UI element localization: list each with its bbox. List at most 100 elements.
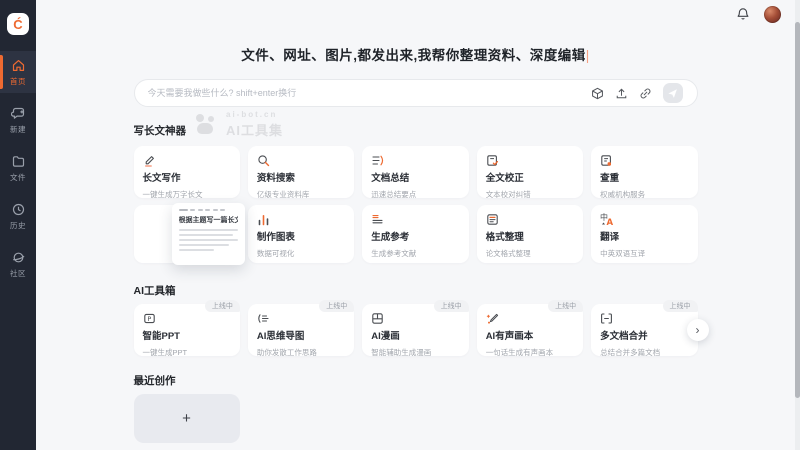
- status-badge: 上线中: [434, 300, 469, 312]
- card-title: 资料搜索: [257, 170, 345, 184]
- card-doc-summary[interactable]: 文档总结 迅速总结要点: [362, 146, 468, 198]
- card-subtitle: 亿级专业资料库: [257, 189, 345, 200]
- planet-icon: [11, 250, 26, 265]
- page-title: 文件、网址、图片,都发出来,我帮你整理资料、深度编辑|: [134, 44, 698, 64]
- send-button[interactable]: [663, 83, 683, 103]
- card-subtitle: 数据可视化: [257, 248, 345, 259]
- card-title: AI有声画本: [486, 328, 574, 342]
- card-translate[interactable]: 中A 翻译 中英双语互译: [591, 205, 697, 263]
- writing-row1: 长文写作 一键生成万字长文 资料搜索 亿级专业资料库 文档总结 迅速总结要点: [134, 146, 698, 198]
- card-make-chart[interactable]: 制作图表 数据可视化: [248, 205, 354, 263]
- home-icon: [11, 58, 26, 73]
- sidebar-item-new[interactable]: 新建: [0, 99, 36, 141]
- search-icon: [257, 154, 345, 167]
- summary-icon: [371, 154, 459, 167]
- card-ai-comic[interactable]: 上线中 AI漫画 智能辅助生成漫画: [362, 304, 468, 356]
- card-gen-reference[interactable]: 生成参考 生成参考文献: [362, 205, 468, 263]
- status-badge: 上线中: [205, 300, 240, 312]
- carousel-next-button[interactable]: ›: [687, 319, 709, 341]
- card-title: 生成参考: [371, 229, 459, 243]
- status-badge: 上线中: [548, 300, 583, 312]
- card-subtitle: 中英双语互译: [600, 248, 688, 259]
- sidebar-item-label: 社区: [10, 268, 26, 279]
- card-title: 查重: [600, 170, 688, 184]
- card-title: 制作图表: [257, 229, 345, 243]
- upload-icon[interactable]: [615, 87, 628, 100]
- preview-doc-title: 根据主题写一篇长文..: [179, 215, 238, 225]
- sidebar-item-label: 历史: [10, 220, 26, 231]
- sidebar-item-community[interactable]: 社区: [0, 243, 36, 285]
- card-subtitle: 权威机构服务: [600, 189, 688, 200]
- card-title: 格式整理: [486, 229, 574, 243]
- clock-icon: [11, 202, 26, 217]
- pencil-icon: [143, 154, 231, 167]
- sidebar-item-home[interactable]: 首页: [0, 51, 36, 93]
- mindmap-icon: [257, 312, 345, 325]
- card-subtitle: 智能辅助生成漫画: [371, 347, 459, 358]
- card-plagiarism-check[interactable]: 查重 权威机构服务: [591, 146, 697, 198]
- card-material-search[interactable]: 资料搜索 亿级专业资料库: [248, 146, 354, 198]
- document-preview-popup: 根据主题写一篇长文..: [172, 203, 245, 265]
- status-badge: 上线中: [319, 300, 354, 312]
- scrollbar-track: [795, 0, 800, 450]
- merge-docs-icon: [600, 312, 688, 325]
- card-title: 全文校正: [486, 170, 574, 184]
- folder-icon: [11, 154, 26, 169]
- card-ai-mindmap[interactable]: 上线中 AI思维导图 助你发散工作思路: [248, 304, 354, 356]
- card-subtitle: 一键生成PPT: [143, 347, 231, 358]
- card-title: 多文档合并: [600, 328, 688, 342]
- new-chat-icon: [11, 106, 26, 121]
- new-creation-card[interactable]: +: [134, 394, 240, 443]
- card-preview[interactable]: 根据主题写一篇长文..: [134, 205, 240, 263]
- card-proofread[interactable]: 全文校正 文本校对纠错: [477, 146, 583, 198]
- card-title: 长文写作: [143, 170, 231, 184]
- proofread-icon: [486, 154, 574, 167]
- user-avatar[interactable]: [764, 6, 781, 23]
- section-title-recent: 最近创作: [134, 373, 698, 388]
- magic-pen-icon: [486, 312, 574, 325]
- card-smart-ppt[interactable]: 上线中 P 智能PPT 一键生成PPT: [134, 304, 240, 356]
- card-format-cleanup[interactable]: 格式整理 论文格式整理: [477, 205, 583, 263]
- card-subtitle: 一键生成万字长文: [143, 189, 231, 200]
- scrollbar-thumb[interactable]: [795, 22, 800, 398]
- topbar: [36, 0, 795, 28]
- sidebar-item-history[interactable]: 历史: [0, 195, 36, 237]
- app-logo[interactable]: Ć: [7, 13, 29, 35]
- card-long-writing[interactable]: 长文写作 一键生成万字长文: [134, 146, 240, 198]
- writing-row2: 根据主题写一篇长文.. 制作图表 数据可视化 生成参考 生成参考文献: [134, 205, 698, 263]
- prompt-input[interactable]: [148, 88, 591, 98]
- card-subtitle: 助你发散工作思路: [257, 347, 345, 358]
- section-title-toolbox: AI工具箱: [134, 283, 698, 298]
- sidebar-item-label: 文件: [10, 172, 26, 183]
- card-subtitle: 总结合并多篇文档: [600, 347, 688, 358]
- card-title: 翻译: [600, 229, 688, 243]
- comic-panels-icon: [371, 312, 459, 325]
- card-title: 智能PPT: [143, 328, 231, 342]
- notification-bell-icon[interactable]: [736, 7, 750, 21]
- doc-check-icon: [600, 154, 688, 167]
- card-subtitle: 生成参考文献: [371, 248, 459, 259]
- card-subtitle: 文本校对纠错: [486, 189, 574, 200]
- prompt-bar: [134, 79, 698, 107]
- model-cube-icon[interactable]: [591, 87, 604, 100]
- preview-doc-lines: [179, 229, 238, 251]
- preview-toolbar: [179, 209, 238, 211]
- svg-text:A: A: [607, 218, 614, 226]
- card-title: AI漫画: [371, 328, 459, 342]
- text-cursor: |: [586, 48, 590, 63]
- card-subtitle: 一句话生成有声画本: [486, 347, 574, 358]
- card-subtitle: 论文格式整理: [486, 248, 574, 259]
- sidebar-item-files[interactable]: 文件: [0, 147, 36, 189]
- plus-icon: +: [182, 410, 191, 427]
- bar-chart-icon: [257, 213, 345, 226]
- section-title-writing: 写长文神器: [134, 123, 698, 138]
- status-badge: 上线中: [663, 300, 698, 312]
- main-area: ai-bot.cn AI工具集 文件、网址、图片,都发出来,我帮你整理资料、深度…: [36, 0, 795, 450]
- sidebar-item-label: 新建: [10, 124, 26, 135]
- card-title: AI思维导图: [257, 328, 345, 342]
- card-merge-docs[interactable]: 上线中 多文档合并 总结合并多篇文档: [591, 304, 697, 356]
- card-ai-audiobook[interactable]: 上线中 AI有声画本 一句话生成有声画本: [477, 304, 583, 356]
- toolbox-row: 上线中 P 智能PPT 一键生成PPT 上线中 AI思维导图 助你发散工作思路 …: [134, 304, 698, 356]
- sidebar: Ć 首页 新建 文件 历史: [0, 0, 36, 450]
- link-icon[interactable]: [639, 87, 652, 100]
